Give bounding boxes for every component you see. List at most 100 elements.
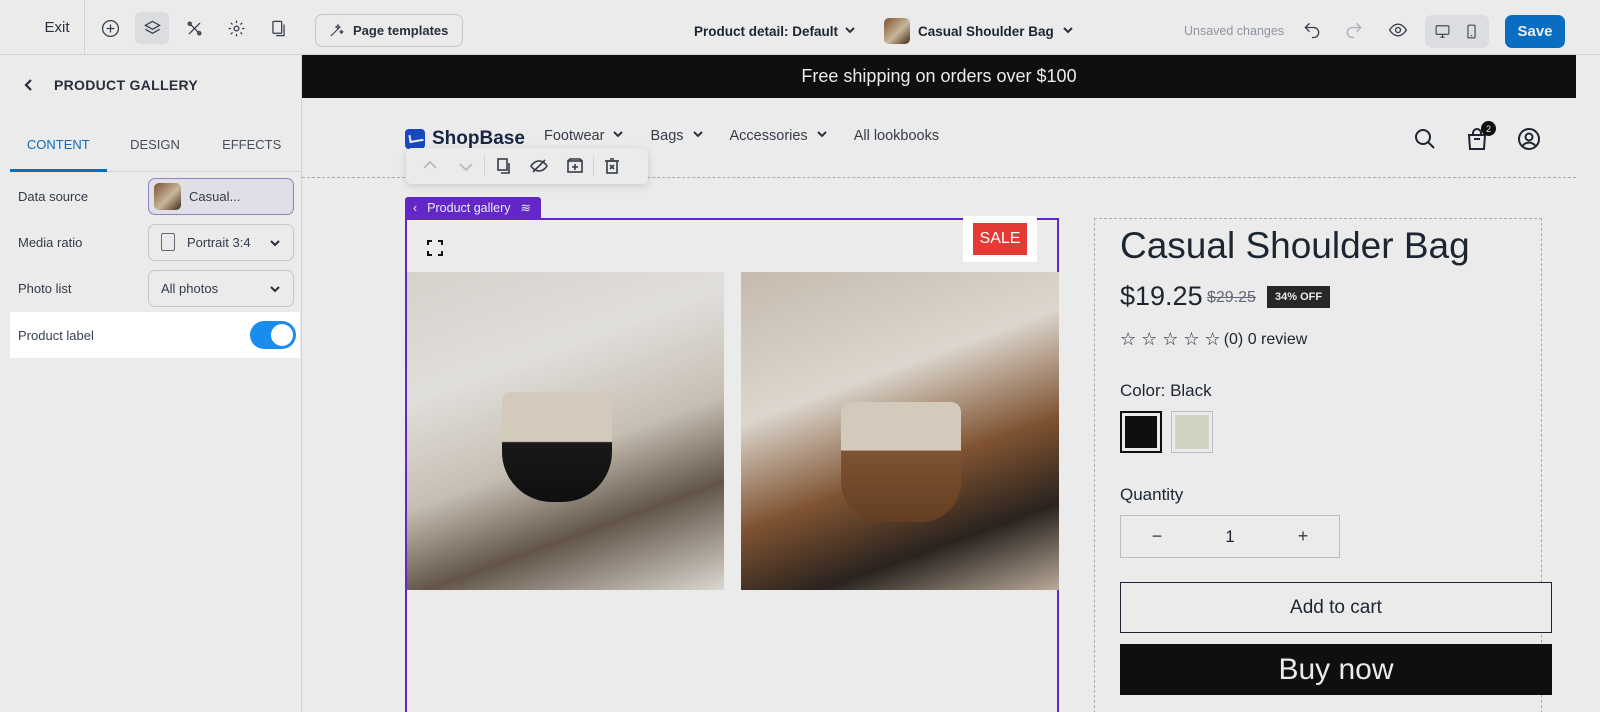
product-label-label: Product label	[18, 327, 94, 343]
nav-item-label: Accessories	[729, 128, 808, 144]
bag-photo-black	[502, 392, 612, 502]
buy-now-button[interactable]: Buy now	[1120, 644, 1552, 695]
product-label-toggle[interactable]	[250, 321, 296, 349]
nav-item-accessories[interactable]: Accessories	[730, 128, 828, 144]
tab-design[interactable]: DESIGN	[107, 117, 204, 171]
mobile-view-button[interactable]	[1458, 18, 1486, 45]
logo-text: ShopBase	[432, 128, 525, 149]
announcement-bar: Free shipping on orders over $100	[302, 55, 1576, 98]
product-gallery-tag[interactable]: ‹ Product gallery ≋	[405, 197, 542, 218]
store-logo[interactable]: ShopBase	[405, 128, 525, 150]
duplicate-button[interactable]	[485, 151, 521, 181]
media-ratio-select[interactable]: Portrait 3:4	[148, 223, 294, 261]
page-templates-label: Page templates	[353, 23, 449, 38]
undo-icon	[1304, 22, 1320, 39]
unsaved-status: Unsaved changes	[1184, 24, 1285, 38]
cart-button[interactable]: 2	[1464, 121, 1496, 152]
quantity-increase-button[interactable]: +	[1267, 516, 1339, 557]
chevron-down-icon	[844, 24, 856, 39]
eye-off-icon	[530, 159, 548, 173]
product-gallery-block[interactable]	[405, 218, 1059, 712]
expand-icon	[427, 240, 443, 256]
store-nav: Footwear Bags Accessories All lookbooks	[544, 128, 939, 144]
editor-topbar: Exit Page templates Product detail: Defa…	[0, 0, 1600, 55]
layers-button[interactable]	[135, 12, 169, 44]
move-down-button[interactable]	[448, 151, 484, 181]
store-header-actions: 2	[1412, 121, 1542, 152]
nav-item-lookbooks[interactable]: All lookbooks	[854, 128, 939, 144]
photo-list-select[interactable]: All photos	[148, 269, 294, 307]
color-swatch-black[interactable]	[1120, 411, 1162, 453]
chevron-down-icon	[1062, 24, 1074, 39]
nav-item-label: All lookbooks	[853, 128, 940, 144]
product-selector-label: Casual Shoulder Bag	[918, 23, 1054, 39]
compare-at-price: $29.25	[1207, 289, 1256, 306]
move-up-button[interactable]	[412, 151, 448, 181]
redo-button[interactable]	[1340, 16, 1368, 44]
settings-button[interactable]	[219, 12, 253, 44]
insert-block-button[interactable]	[557, 151, 593, 181]
add-section-button[interactable]	[93, 12, 127, 44]
quantity-decrease-button[interactable]: −	[1121, 516, 1193, 557]
sidebar-title: PRODUCT GALLERY	[54, 77, 198, 93]
data-source-value: Casual...	[189, 188, 241, 204]
delete-button[interactable]	[594, 151, 630, 181]
rating-row[interactable]: ☆ ☆ ☆ ☆ ☆ (0) 0 review	[1120, 329, 1307, 350]
topbar-tool-group	[93, 12, 295, 44]
gallery-image-2[interactable]	[741, 272, 1059, 590]
exit-button[interactable]: Exit	[30, 0, 85, 55]
nav-item-bags[interactable]: Bags	[650, 128, 703, 144]
page-selector-dropdown[interactable]: Product detail: Default	[694, 0, 856, 62]
color-swatch-cream[interactable]	[1171, 411, 1213, 453]
quantity-stepper: − 1 +	[1120, 515, 1340, 558]
chevron-down-icon	[816, 128, 828, 144]
settings-sidebar: PRODUCT GALLERY CONTENT DESIGN EFFECTS D…	[0, 55, 302, 712]
tab-effects[interactable]: EFFECTS	[203, 117, 300, 171]
data-source-select[interactable]: Casual...	[148, 177, 294, 215]
page-templates-button[interactable]: Page templates	[315, 14, 464, 47]
account-button[interactable]	[1516, 126, 1542, 152]
save-button[interactable]: Save	[1505, 15, 1565, 48]
database-icon: ≋	[520, 201, 532, 215]
styles-button[interactable]	[177, 12, 211, 44]
hide-button[interactable]	[521, 151, 557, 181]
undo-button[interactable]	[1298, 16, 1326, 44]
magic-wand-icon	[330, 23, 344, 37]
quantity-input[interactable]: 1	[1193, 527, 1267, 547]
nav-item-footwear[interactable]: Footwear	[544, 128, 624, 144]
chevron-up-icon	[423, 160, 437, 169]
add-to-cart-button[interactable]: Add to cart	[1120, 582, 1552, 633]
portrait-ratio-icon	[161, 233, 175, 251]
nav-item-label: Footwear	[544, 128, 605, 144]
fullscreen-button[interactable]	[421, 234, 449, 262]
gallery-image-1[interactable]	[407, 272, 724, 590]
data-source-thumbnail	[154, 182, 181, 210]
gear-icon	[228, 20, 244, 36]
data-source-row: Data source Casual...	[10, 173, 300, 219]
desktop-view-button[interactable]	[1429, 18, 1457, 45]
device-toggle	[1425, 15, 1489, 48]
product-info-block: Casual Shoulder Bag $19.25 $29.25 34% OF…	[1094, 218, 1552, 712]
gallery-tag-label: Product gallery	[427, 200, 511, 215]
star-icon: ☆ ☆ ☆ ☆ ☆	[1120, 329, 1221, 349]
quantity-label: Quantity	[1120, 485, 1184, 504]
logo-icon	[405, 129, 425, 149]
product-selector-dropdown[interactable]: Casual Shoulder Bag	[884, 0, 1074, 62]
redo-icon	[1346, 22, 1362, 39]
pages-button[interactable]	[261, 12, 295, 44]
product-thumbnail	[884, 18, 910, 44]
chevron-down-icon	[269, 237, 281, 252]
tab-content[interactable]: CONTENT	[10, 117, 107, 172]
chevron-left-icon: ‹	[413, 200, 418, 215]
layers-icon	[143, 20, 161, 34]
sale-badge[interactable]: SALE	[973, 223, 1027, 255]
store-search-button[interactable]	[1412, 126, 1438, 152]
media-ratio-value: Portrait 3:4	[187, 234, 251, 250]
block-toolbar	[406, 148, 648, 184]
preview-button[interactable]	[1384, 16, 1412, 44]
back-arrow-icon[interactable]	[22, 78, 36, 92]
eye-icon	[1388, 23, 1408, 37]
delete-icon	[605, 158, 619, 174]
nav-item-label: Bags	[650, 128, 684, 144]
discount-badge: 34% OFF	[1267, 286, 1331, 308]
